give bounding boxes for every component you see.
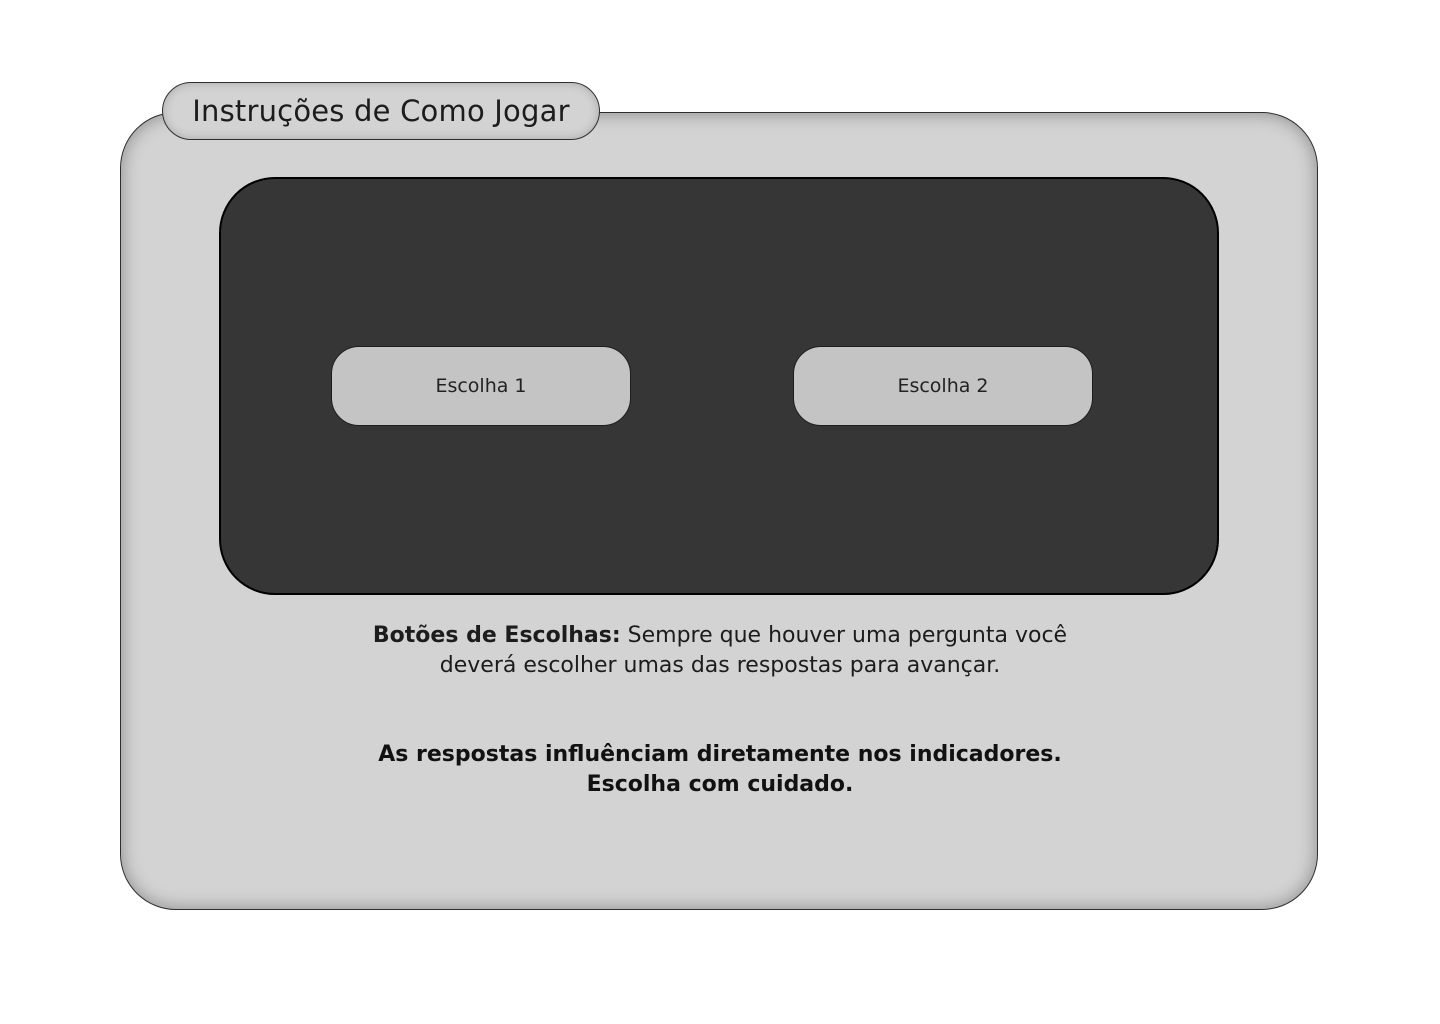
choice-buttons-description: Botões de Escolhas: Sempre que houver um… [340, 621, 1100, 681]
warning-line-2: Escolha com cuidado. [586, 772, 854, 797]
description-heading: Botões de Escolhas: [372, 623, 621, 648]
title-tab: Instruções de Como Jogar [162, 82, 600, 140]
choice-1-label: Escolha 1 [435, 375, 527, 397]
page-title: Instruções de Como Jogar [192, 94, 570, 128]
warning-text: As respostas influênciam diretamente nos… [340, 740, 1100, 800]
instructions-screen: Instruções de Como Jogar Escolha 1 Escol… [0, 0, 1440, 1024]
warning-line-1: As respostas influênciam diretamente nos… [378, 742, 1062, 767]
choice-2-label: Escolha 2 [897, 375, 989, 397]
choice-1-button[interactable]: Escolha 1 [331, 346, 631, 426]
choice-2-button[interactable]: Escolha 2 [793, 346, 1093, 426]
